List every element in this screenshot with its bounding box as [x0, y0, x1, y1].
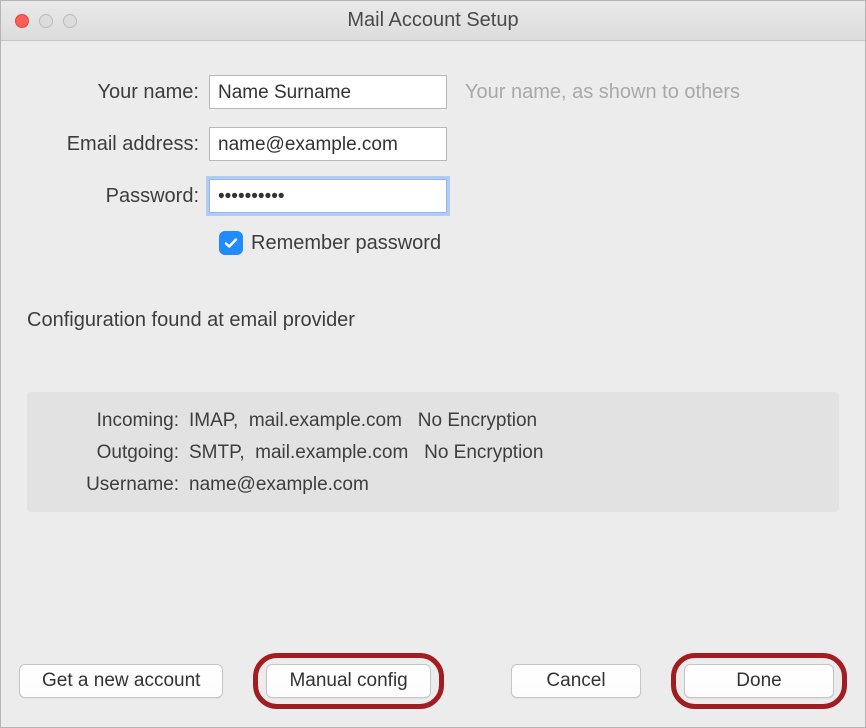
checkmark-icon	[223, 235, 239, 251]
window-title: Mail Account Setup	[1, 9, 865, 32]
get-new-account-button[interactable]: Get a new account	[19, 664, 223, 698]
close-icon[interactable]	[15, 14, 29, 28]
detail-incoming: Incoming: IMAP, mail.example.com No Encr…	[39, 410, 827, 432]
password-input[interactable]	[209, 179, 447, 213]
remember-password-row[interactable]: Remember password	[219, 231, 847, 255]
mail-setup-window: Mail Account Setup Your name: Your name,…	[0, 0, 866, 728]
server-details: Incoming: IMAP, mail.example.com No Encr…	[27, 392, 839, 512]
email-input-wrap	[209, 127, 447, 161]
email-label: Email address:	[19, 133, 209, 156]
manual-config-button[interactable]: Manual config	[266, 664, 430, 698]
email-input[interactable]	[209, 127, 447, 161]
window-controls	[15, 14, 77, 28]
remember-password-label: Remember password	[251, 232, 441, 255]
outgoing-label: Outgoing:	[39, 442, 189, 464]
username-label: Username:	[39, 474, 189, 496]
username-value: name@example.com	[189, 474, 369, 496]
your-name-input-wrap: Your name, as shown to others	[209, 75, 740, 109]
detail-username: Username: name@example.com	[39, 474, 827, 496]
your-name-label: Your name:	[19, 81, 209, 104]
cancel-button[interactable]: Cancel	[511, 664, 641, 698]
titlebar: Mail Account Setup	[1, 1, 865, 41]
password-label: Password:	[19, 185, 209, 208]
password-input-wrap	[209, 179, 447, 213]
incoming-label: Incoming:	[39, 410, 189, 432]
detail-outgoing: Outgoing: SMTP, mail.example.com No Encr…	[39, 442, 827, 464]
manual-config-highlight: Manual config	[253, 653, 443, 709]
button-row: Get a new account Manual config Cancel D…	[19, 653, 847, 709]
incoming-value: IMAP, mail.example.com No Encryption	[189, 410, 537, 432]
row-email: Email address:	[19, 127, 847, 161]
row-your-name: Your name: Your name, as shown to others	[19, 75, 847, 109]
row-password: Password:	[19, 179, 847, 213]
config-status: Configuration found at email provider	[27, 309, 847, 332]
done-button[interactable]: Done	[684, 664, 834, 698]
done-highlight: Done	[671, 653, 847, 709]
minimize-icon	[39, 14, 53, 28]
remember-password-checkbox[interactable]	[219, 231, 243, 255]
your-name-input[interactable]	[209, 75, 447, 109]
outgoing-value: SMTP, mail.example.com No Encryption	[189, 442, 543, 464]
zoom-icon	[63, 14, 77, 28]
your-name-hint: Your name, as shown to others	[465, 81, 740, 104]
content: Your name: Your name, as shown to others…	[1, 41, 865, 727]
